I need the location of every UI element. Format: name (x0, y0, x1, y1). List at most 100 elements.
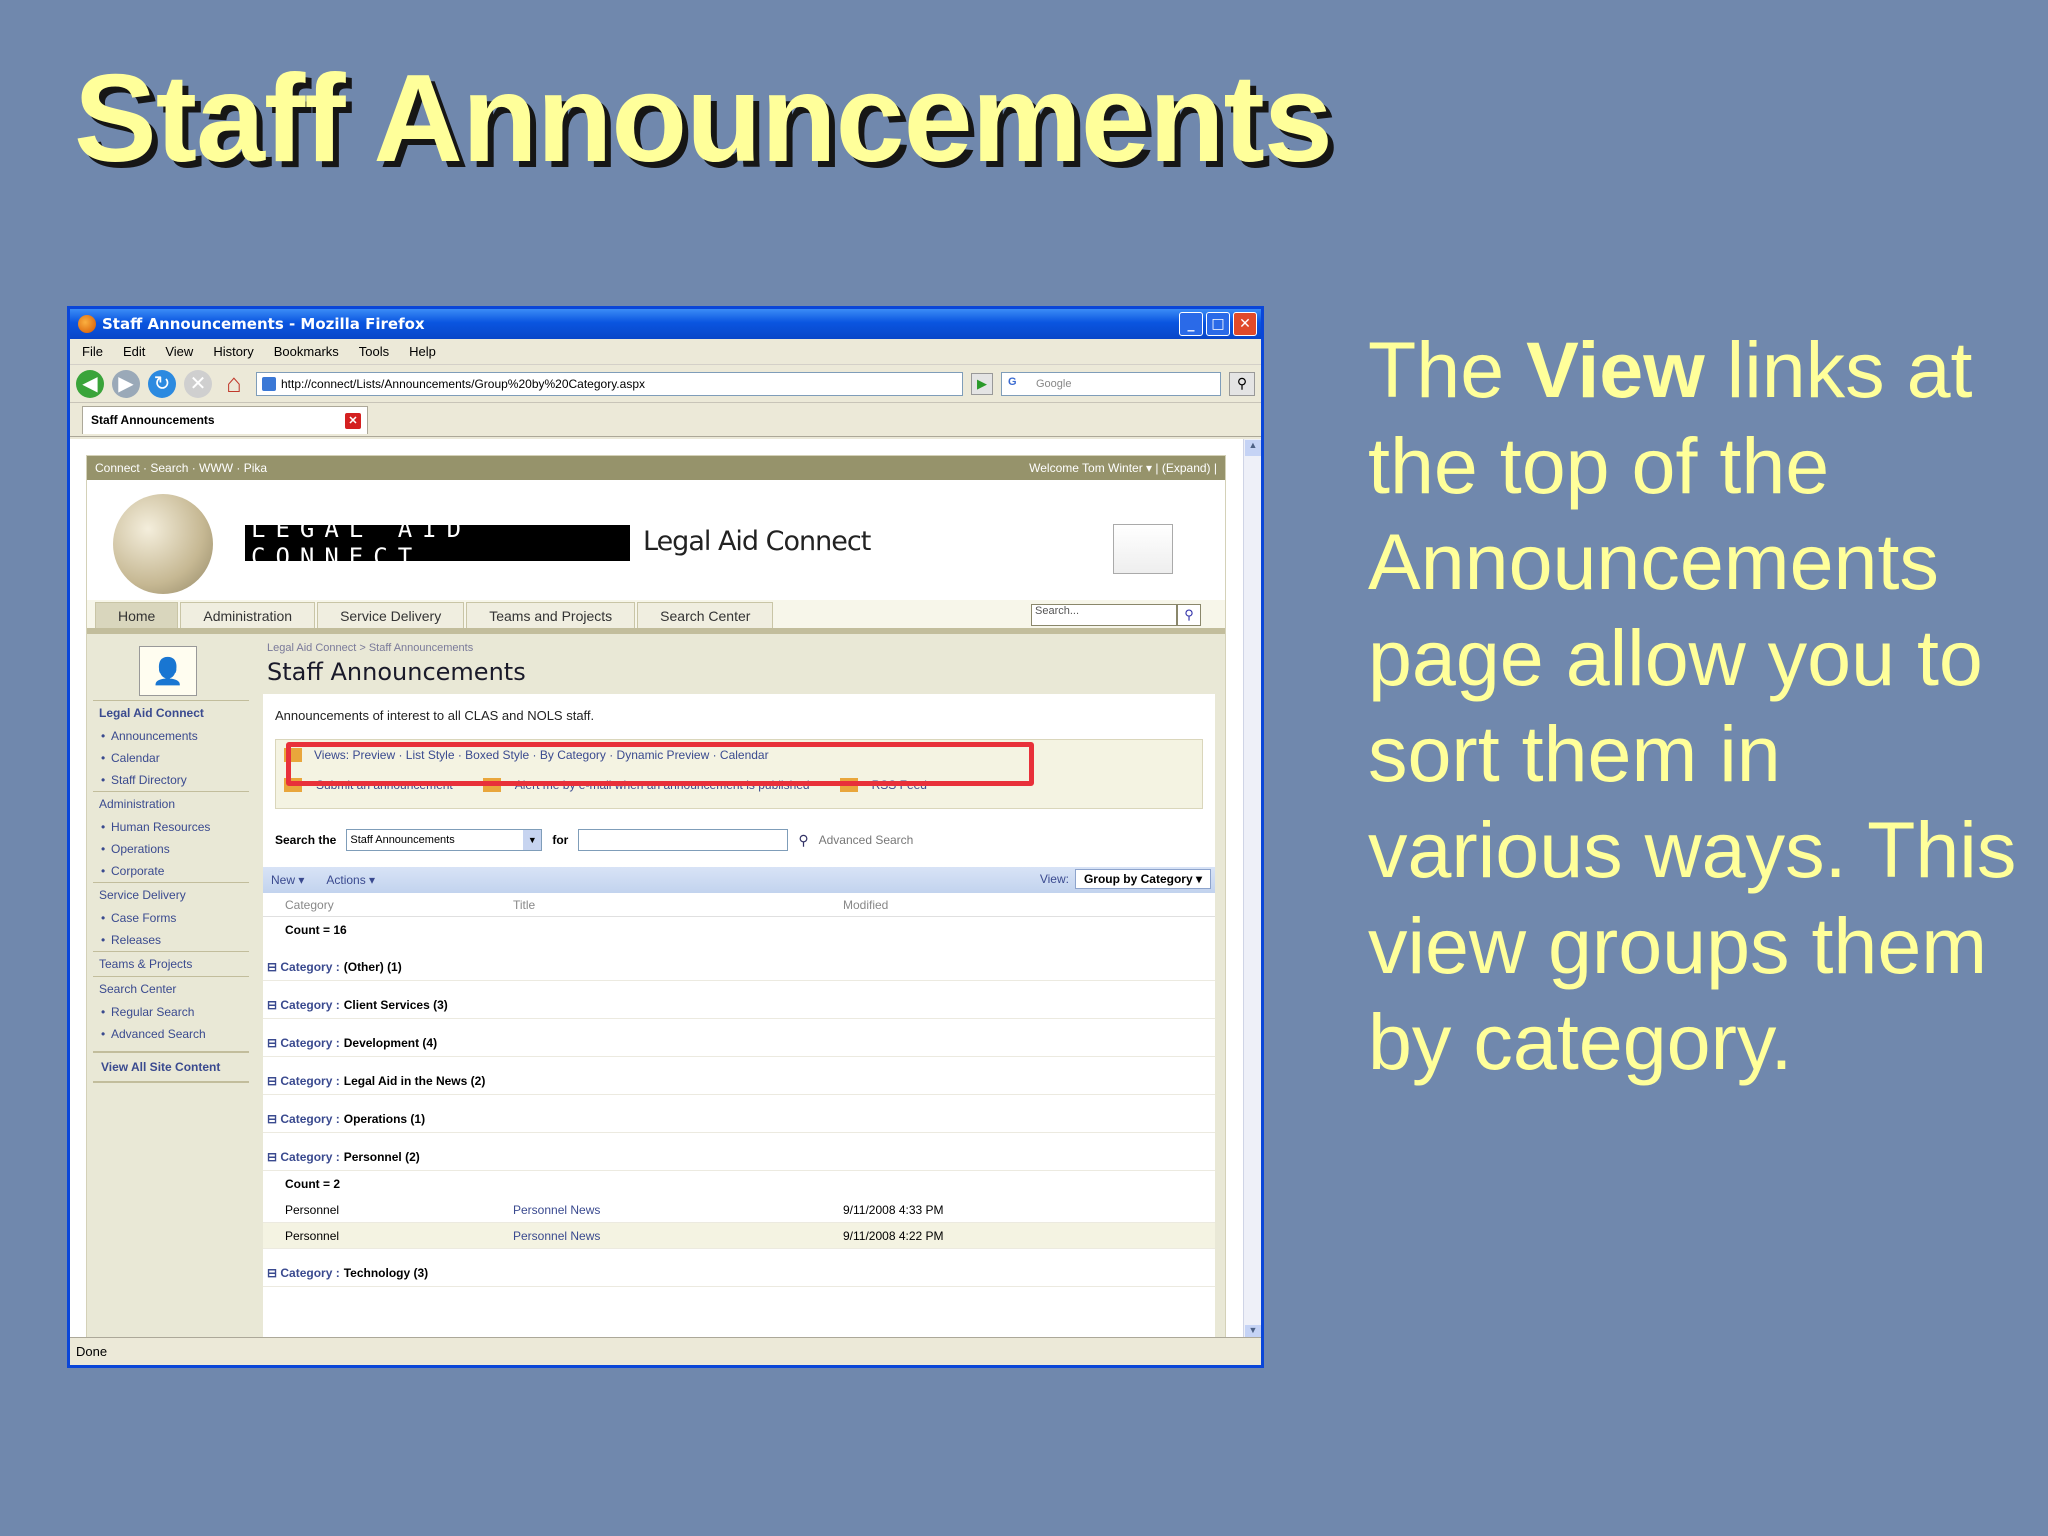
nav-tab-administration[interactable]: Administration (180, 602, 316, 628)
list-search-input[interactable] (578, 829, 789, 851)
nav-tab-service-delivery[interactable]: Service Delivery (317, 602, 465, 628)
menu-file[interactable]: File (82, 344, 103, 359)
group-row[interactable]: ⊟ Category : Personnel (2) (263, 1133, 1215, 1171)
ql-heading-search-center[interactable]: Search Center (93, 976, 249, 1001)
menu-help[interactable]: Help (409, 344, 436, 359)
site-name[interactable]: Legal Aid Connect (643, 526, 871, 557)
page-content: Connect · Search · WWW · Pika Welcome To… (70, 439, 1246, 1343)
ql-regular-search[interactable]: Regular Search (93, 1001, 249, 1023)
menu-edit[interactable]: Edit (123, 344, 145, 359)
group-value: (Other) (1) (343, 960, 402, 974)
group-row[interactable]: ⊟ Category : Development (4) (263, 1019, 1215, 1057)
view-all-site-content-link[interactable]: View All Site Content (93, 1051, 249, 1083)
total-count: Count = 16 (285, 923, 347, 937)
site-search-input[interactable]: Search... (1031, 604, 1177, 626)
ql-releases[interactable]: Releases (93, 929, 249, 951)
window-title: Staff Announcements - Mozilla Firefox (102, 315, 425, 333)
ql-human-resources[interactable]: Human Resources (93, 816, 249, 838)
menu-bookmarks[interactable]: Bookmarks (274, 344, 339, 359)
search-icon[interactable]: ⚲ (1229, 371, 1255, 396)
forward-arrow-icon[interactable]: ▶ (112, 369, 140, 398)
group-label[interactable]: ⊟ Category : (267, 1036, 340, 1050)
ql-heading-administration[interactable]: Administration (93, 791, 249, 816)
column-headers: Category Title Modified (263, 893, 1215, 917)
site-search: Search... ⚲ (1031, 604, 1201, 626)
group-row[interactable]: ⊟ Category : Client Services (3) (263, 981, 1215, 1019)
body-post: links at the top of the Announcements pa… (1368, 325, 2017, 1086)
slide-title: Staff Announcements (74, 50, 1333, 188)
menu-tools[interactable]: Tools (359, 344, 389, 359)
col-category[interactable]: Category (263, 898, 513, 912)
nav-tab-teams-projects[interactable]: Teams and Projects (466, 602, 636, 628)
web-search-input[interactable]: Google (1001, 371, 1221, 396)
welcome-menu[interactable]: Welcome Tom Winter ▾ | (Expand) | (1029, 461, 1217, 475)
search-scope-select[interactable]: Staff Announcements ▼ (346, 829, 543, 851)
nav-tab-home[interactable]: Home (95, 602, 179, 628)
group-label[interactable]: ⊟ Category : (267, 1112, 340, 1126)
cell-title-link[interactable]: Personnel News (513, 1229, 843, 1243)
menu-view[interactable]: View (165, 344, 193, 359)
body-bold: View (1526, 325, 1705, 414)
status-bar: Done (70, 1337, 1261, 1365)
group-row[interactable]: ⊟ Category : Legal Aid in the News (2) (263, 1057, 1215, 1095)
ql-heading-service-delivery[interactable]: Service Delivery (93, 882, 249, 907)
nav-tab-search-center[interactable]: Search Center (637, 602, 774, 628)
body-pre: The (1368, 325, 1527, 414)
sharepoint-page: Connect · Search · WWW · Pika Welcome To… (86, 455, 1226, 1343)
vertical-scrollbar[interactable]: ▲ ▼ (1243, 439, 1261, 1343)
go-icon[interactable]: ▶ (971, 372, 993, 395)
views-highlight-box (286, 742, 1034, 786)
site-header: LEGAL AID CONNECT Legal Aid Connect (87, 480, 1225, 600)
new-menu[interactable]: New ▾ (271, 873, 304, 887)
scroll-up-icon[interactable]: ▲ (1245, 440, 1261, 456)
top-links[interactable]: Connect · Search · WWW · Pika (95, 461, 267, 475)
group-count: Count = 2 (285, 1177, 341, 1191)
main-area: Legal Aid Connect > Staff Announcements … (263, 638, 1215, 1343)
status-text: Done (76, 1344, 108, 1359)
list-search-icon[interactable]: ⚲ (798, 832, 808, 849)
ql-advanced-search[interactable]: Advanced Search (93, 1023, 249, 1045)
people-icon: 👤 (139, 646, 197, 696)
group-label[interactable]: ⊟ Category : (267, 1150, 340, 1164)
col-title[interactable]: Title (513, 898, 843, 912)
group-label[interactable]: ⊟ Category : (267, 998, 340, 1012)
cell-title-link[interactable]: Personnel News (513, 1203, 843, 1217)
ql-announcements[interactable]: Announcements (93, 725, 249, 747)
home-icon[interactable]: ⌂ (220, 368, 248, 398)
navigation-toolbar: ◀ ▶ ↻ ✕ ⌂ http://connect/Lists/Announcem… (70, 365, 1261, 403)
stop-icon[interactable]: ✕ (184, 369, 212, 398)
ql-case-forms[interactable]: Case Forms (93, 907, 249, 929)
site-search-icon[interactable]: ⚲ (1177, 604, 1201, 626)
group-label[interactable]: ⊟ Category : (267, 960, 340, 974)
ql-calendar[interactable]: Calendar (93, 747, 249, 769)
slide-body: The View links at the top of the Announc… (1368, 322, 2028, 1090)
for-label: for (552, 833, 569, 847)
ql-corporate[interactable]: Corporate (93, 860, 249, 882)
url-bar[interactable]: http://connect/Lists/Announcements/Group… (256, 371, 963, 396)
menu-history[interactable]: History (213, 344, 253, 359)
tab-close-icon[interactable]: ✕ (345, 412, 361, 429)
group-row[interactable]: ⊟ Category : (Other) (1) (263, 943, 1215, 981)
breadcrumb[interactable]: Legal Aid Connect > Staff Announcements (263, 638, 1215, 658)
list-description: Announcements of interest to all CLAS an… (275, 708, 595, 723)
group-label[interactable]: ⊟ Category : (267, 1266, 340, 1280)
ql-staff-directory[interactable]: Staff Directory (93, 769, 249, 791)
group-row[interactable]: ⊟ Category : Operations (1) (263, 1095, 1215, 1133)
cell-category: Personnel (285, 1228, 340, 1243)
group-value: Technology (3) (343, 1266, 429, 1280)
view-selector[interactable]: Group by Category ▾ (1074, 869, 1211, 889)
ql-operations[interactable]: Operations (93, 838, 249, 860)
close-button[interactable]: ✕ (1233, 312, 1257, 336)
ql-heading-teams-projects[interactable]: Teams & Projects (93, 951, 249, 976)
reload-icon[interactable]: ↻ (148, 369, 176, 398)
back-arrow-icon[interactable]: ◀ (76, 369, 104, 398)
group-row[interactable]: ⊟ Category : Technology (3) (263, 1249, 1215, 1287)
maximize-button[interactable]: □ (1206, 312, 1230, 336)
minimize-button[interactable]: _ (1179, 312, 1203, 336)
col-modified[interactable]: Modified (843, 898, 888, 912)
browser-tab[interactable]: Staff Announcements ✕ (82, 405, 368, 434)
ql-heading-legal-aid[interactable]: Legal Aid Connect (93, 700, 249, 725)
actions-menu[interactable]: Actions ▾ (326, 873, 375, 887)
group-label[interactable]: ⊟ Category : (267, 1074, 340, 1088)
advanced-search-link[interactable]: Advanced Search (819, 833, 914, 847)
